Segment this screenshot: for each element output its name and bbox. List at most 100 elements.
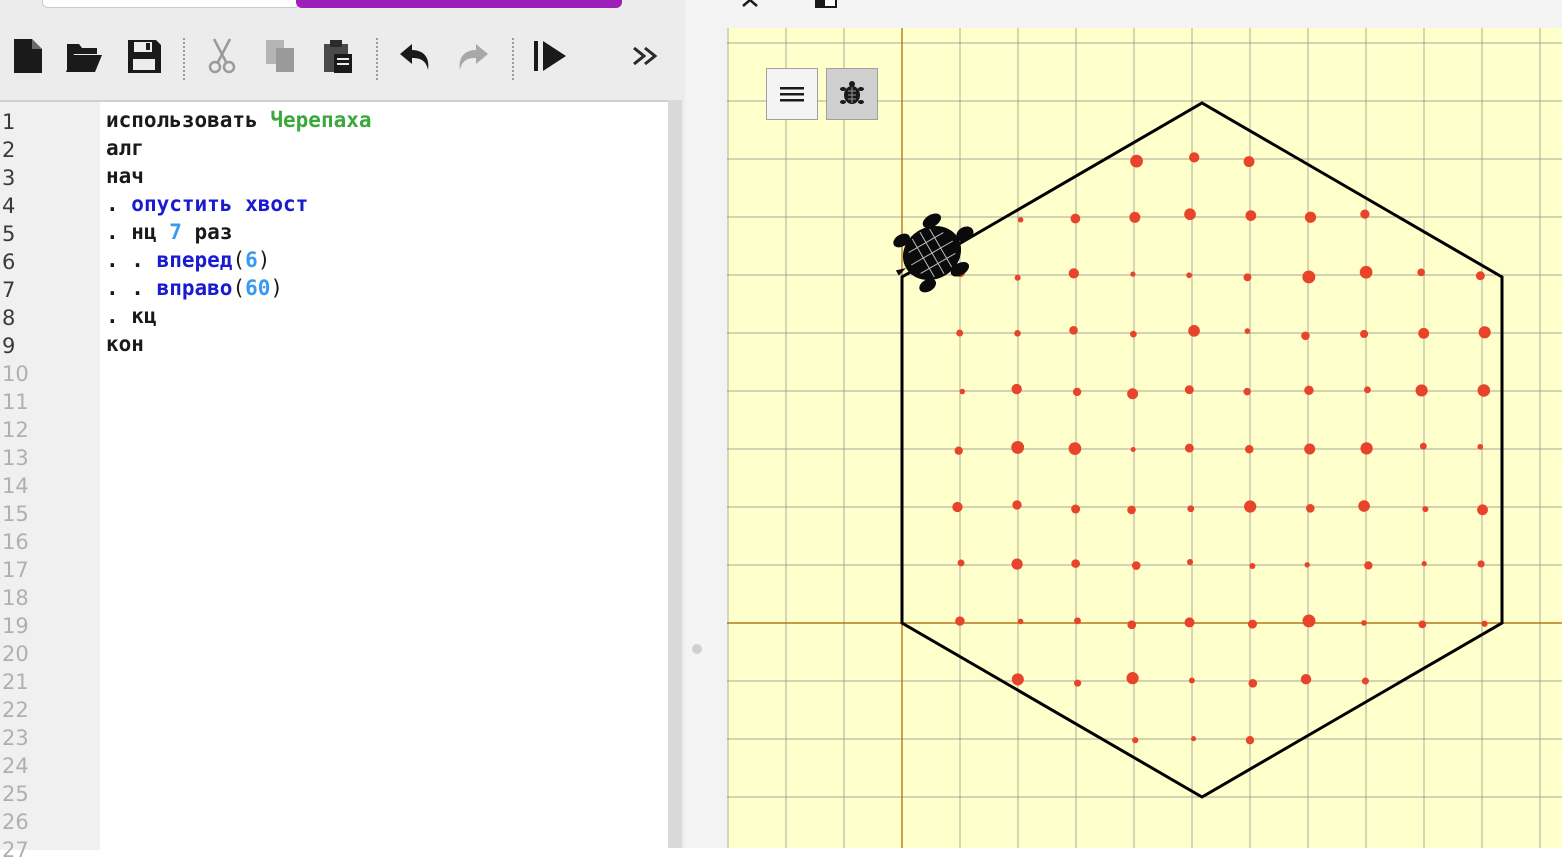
grid-dot [1306, 504, 1315, 513]
copy-button[interactable] [258, 34, 302, 78]
line-number: 11 [2, 390, 29, 414]
grid-dot [1359, 265, 1373, 279]
code-line: . опустить хвост [106, 192, 309, 216]
line-number: 26 [2, 810, 29, 834]
code-line: . кц [106, 304, 157, 328]
copy-icon [266, 40, 294, 72]
grid-dot [1417, 268, 1425, 277]
code-line: использовать Черепаха [106, 108, 372, 132]
grid-dot [1069, 325, 1078, 335]
grid-dot [1072, 387, 1082, 397]
new-file-icon [14, 39, 42, 73]
grid-dot [959, 388, 966, 395]
menu-button[interactable] [766, 68, 818, 120]
grid-dot [1245, 444, 1254, 454]
grid-dot [1127, 388, 1139, 400]
grid-dot [1132, 737, 1139, 744]
grid-dot [1244, 328, 1251, 334]
grid-dot [1011, 558, 1023, 570]
grid-dot [1014, 274, 1021, 281]
open-file-button[interactable] [62, 34, 106, 78]
grid-dot [1071, 504, 1081, 514]
close-icon[interactable] [739, 0, 763, 8]
tab-program[interactable] [42, 0, 300, 8]
line-number: 24 [2, 754, 29, 778]
turtle-toggle-button[interactable] [826, 68, 878, 120]
grid-dot [1300, 673, 1312, 685]
floppy-disk-icon [128, 40, 161, 73]
grid-dot [1245, 210, 1257, 221]
grid-dot [1304, 562, 1310, 568]
grid-dot [1477, 504, 1488, 516]
grid-dot [1011, 383, 1022, 395]
line-number: 5 [2, 222, 16, 246]
grid-dot [1243, 273, 1252, 282]
turtle-canvas[interactable] [727, 28, 1562, 848]
redo-arrow-icon [459, 44, 488, 70]
clipboard-icon [324, 40, 352, 73]
grid-dot [1477, 384, 1491, 397]
run-button[interactable] [528, 34, 572, 78]
grid-dot [1074, 617, 1081, 625]
window-icon[interactable] [815, 0, 837, 8]
grid-dot [1071, 559, 1080, 568]
code-area[interactable]: использовать Черепаха алг нач . опустить… [106, 106, 372, 358]
grid-dot [1477, 443, 1484, 450]
paste-button[interactable] [316, 34, 360, 78]
code-editor[interactable]: 1 2 3 4 5 6 7 8 9 10 11 12 13 14 15 16 17 18 19 20 21 22 23 24 2… [0, 100, 668, 862]
editor-scrollbar[interactable] [668, 100, 682, 848]
line-number: 9 [2, 334, 16, 358]
grid-dot [1187, 505, 1195, 513]
grid-dot [1189, 152, 1200, 163]
grid-dot [1127, 505, 1136, 515]
code-line: . . вправо(60) [106, 276, 284, 300]
scissors-icon [208, 38, 236, 74]
line-number: 17 [2, 558, 29, 582]
grid-dot [1068, 442, 1082, 455]
grid-dot [1184, 617, 1195, 628]
code-line: алг [106, 136, 144, 160]
splitter-handle[interactable] [692, 644, 702, 654]
grid-dot [1304, 385, 1314, 396]
grid-dot [1418, 327, 1430, 339]
save-file-button[interactable] [122, 34, 166, 78]
grid-dot [1188, 325, 1200, 337]
code-line: . нц 7 раз [106, 220, 233, 244]
cut-button[interactable] [200, 34, 244, 78]
line-number: 27 [2, 838, 29, 862]
more-button[interactable] [624, 34, 668, 78]
grid-dot [1302, 270, 1316, 284]
line-number: 13 [2, 446, 29, 470]
grid-dot [1248, 678, 1258, 688]
panel-splitter[interactable] [685, 0, 709, 848]
tab-active[interactable] [296, 0, 622, 8]
grid-dot [1249, 562, 1256, 569]
grid-dot [1360, 209, 1370, 219]
toolbar-separator [512, 38, 514, 80]
grid-dot [1304, 211, 1317, 223]
line-number: 19 [2, 614, 29, 638]
grid-dot [1364, 561, 1373, 570]
grid-dot [1475, 271, 1485, 281]
grid-dot [1074, 679, 1082, 687]
new-file-button[interactable] [6, 34, 50, 78]
grid-dot [1017, 618, 1024, 625]
grid-dot [957, 559, 965, 567]
line-number-gutter: 1 2 3 4 5 6 7 8 9 10 11 12 13 14 15 16 17 18 19 20 21 22 23 24 2… [0, 102, 100, 862]
undo-button[interactable] [394, 34, 438, 78]
code-line: . . вперед(6) [106, 248, 271, 272]
canvas-background [727, 28, 1562, 848]
line-number: 25 [2, 782, 29, 806]
grid-dot [1012, 500, 1022, 510]
line-number: 20 [2, 642, 29, 666]
grid-dot [1130, 271, 1136, 277]
grid-dot [1302, 614, 1316, 628]
redo-button[interactable] [450, 34, 494, 78]
grid-dot [1191, 736, 1197, 742]
line-number: 18 [2, 586, 29, 610]
grid-dot [1358, 500, 1370, 512]
undo-arrow-icon [400, 44, 429, 70]
grid-dot [954, 446, 963, 455]
line-number: 16 [2, 530, 29, 554]
grid-dot [952, 501, 963, 513]
